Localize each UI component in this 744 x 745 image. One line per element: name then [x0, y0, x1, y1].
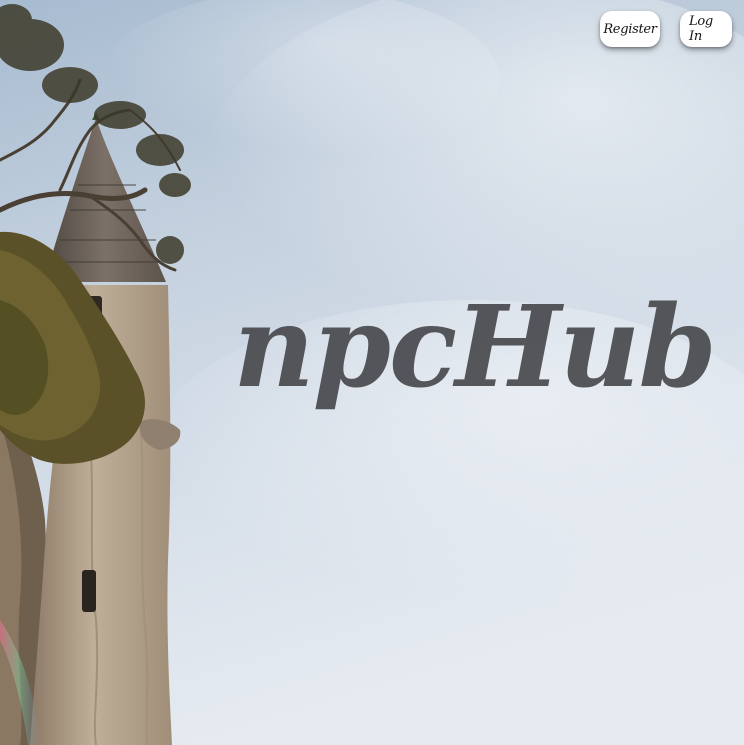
- register-button[interactable]: Register: [600, 11, 660, 47]
- brand-title: npcHub: [233, 281, 717, 413]
- login-button[interactable]: Log In: [680, 11, 732, 47]
- top-nav: Register Log In: [600, 11, 732, 47]
